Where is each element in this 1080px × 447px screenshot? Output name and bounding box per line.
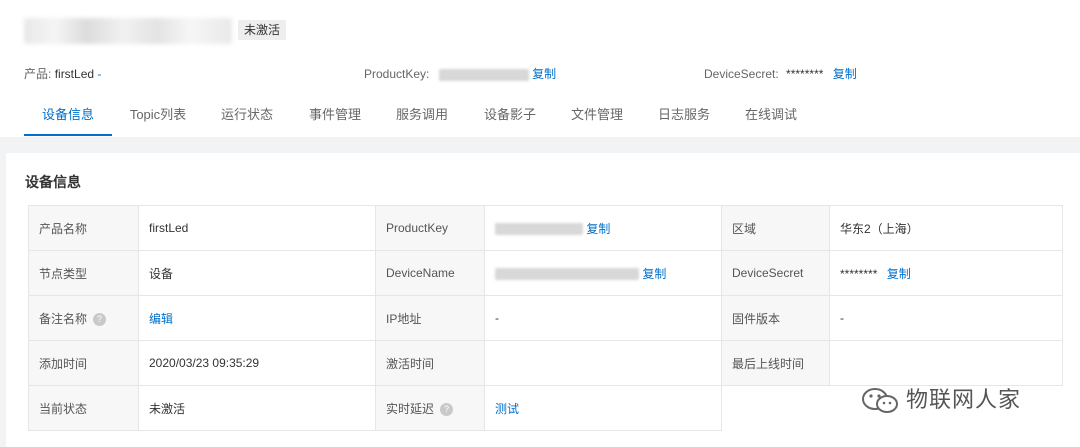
product-name-label: 产品名称	[28, 205, 139, 251]
product-meta: 产品: firstLed -	[24, 65, 101, 82]
ip-address-value: -	[484, 295, 722, 341]
wechat-icon	[862, 388, 898, 413]
realtime-latency-label: 实时延迟?	[375, 385, 485, 431]
devicesecret-value: ********	[840, 266, 878, 281]
added-time-label: 添加时间	[28, 340, 139, 386]
watermark: 物联网人家	[860, 382, 1021, 416]
devicesecret-label: DeviceSecret	[721, 250, 830, 296]
tab-device-info[interactable]: 设备信息	[24, 96, 112, 136]
productkey-copy-link[interactable]: 复制	[532, 67, 556, 81]
product-label: 产品:	[24, 67, 52, 81]
node-type-value: 设备	[138, 250, 376, 296]
tab-online-debug[interactable]: 在线调试	[738, 96, 804, 134]
status-badge: 未激活	[238, 20, 287, 40]
device-header: 未激活 产品: firstLed - ProductKey: 复制 Device…	[0, 0, 1080, 137]
region-label: 区域	[721, 205, 830, 251]
ip-address-label: IP地址	[375, 295, 485, 341]
table-row: 产品名称 firstLed ProductKey 复制 区域 华东2（上海）	[28, 205, 1063, 251]
help-icon[interactable]: ?	[440, 402, 454, 416]
table-row: 节点类型 设备 DeviceName 复制 DeviceSecret *****…	[28, 250, 1063, 296]
last-online-time-label: 最后上线时间	[721, 340, 830, 386]
productkey-cell: 复制	[484, 205, 722, 251]
section-title: 设备信息	[25, 174, 81, 190]
current-status-value: 未激活	[138, 385, 376, 431]
remark-name-label: 备注名称?	[28, 295, 139, 341]
added-time-value: 2020/03/23 09:35:29	[138, 340, 376, 386]
devicename-redacted	[495, 268, 639, 281]
tab-event-management[interactable]: 事件管理	[302, 96, 368, 134]
devicesecret-meta: DeviceSecret: ******** 复制	[704, 65, 857, 82]
edit-link[interactable]: 编辑	[149, 312, 173, 326]
empty-cell	[721, 385, 830, 431]
devicesecret-value: ********	[786, 67, 824, 81]
table-row: 备注名称? 编辑 IP地址 - 固件版本 -	[28, 295, 1063, 341]
node-type-label: 节点类型	[28, 250, 139, 296]
help-icon[interactable]: ?	[93, 312, 107, 326]
productkey-redacted	[438, 68, 529, 81]
remark-name-text: 备注名称	[39, 311, 88, 326]
current-status-label: 当前状态	[28, 385, 139, 431]
device-name-redacted	[24, 18, 232, 44]
productkey-redacted	[495, 223, 583, 236]
productkey-copy-link[interactable]: 复制	[586, 222, 610, 236]
activated-time-value	[484, 340, 722, 386]
devicename-label: DeviceName	[375, 250, 485, 296]
product-suffix: -	[97, 67, 102, 81]
test-link[interactable]: 测试	[495, 402, 519, 416]
devicename-cell: 复制	[484, 250, 722, 296]
devicesecret-cell: ******** 复制	[829, 250, 1063, 296]
table-row: 添加时间 2020/03/23 09:35:29 激活时间 最后上线时间	[28, 340, 1063, 386]
tab-topic-list[interactable]: Topic列表	[124, 96, 192, 134]
tab-service-call[interactable]: 服务调用	[389, 96, 455, 134]
remark-name-cell: 编辑	[138, 295, 376, 341]
realtime-latency-cell: 测试	[484, 385, 722, 431]
devicesecret-copy-link[interactable]: 复制	[887, 267, 911, 281]
tab-device-shadow[interactable]: 设备影子	[477, 96, 543, 134]
realtime-latency-text: 实时延迟	[386, 401, 435, 416]
last-online-time-value	[829, 340, 1063, 386]
tab-run-status[interactable]: 运行状态	[214, 96, 280, 134]
product-value: firstLed	[54, 67, 95, 81]
productkey-label: ProductKey	[375, 205, 485, 251]
activated-time-label: 激活时间	[375, 340, 485, 386]
productkey-meta: ProductKey: 复制	[364, 65, 556, 82]
region-value: 华东2（上海）	[829, 205, 1063, 251]
product-name-value: firstLed	[138, 205, 376, 251]
devicesecret-copy-link[interactable]: 复制	[833, 67, 857, 81]
firmware-version-value: -	[829, 295, 1063, 341]
devicesecret-label: DeviceSecret:	[704, 67, 779, 81]
tab-log-service[interactable]: 日志服务	[651, 96, 717, 134]
tab-file-management[interactable]: 文件管理	[564, 96, 630, 134]
firmware-version-label: 固件版本	[721, 295, 830, 341]
watermark-text: 物联网人家	[906, 388, 1022, 413]
productkey-label: ProductKey:	[364, 67, 430, 81]
devicename-copy-link[interactable]: 复制	[642, 267, 666, 281]
